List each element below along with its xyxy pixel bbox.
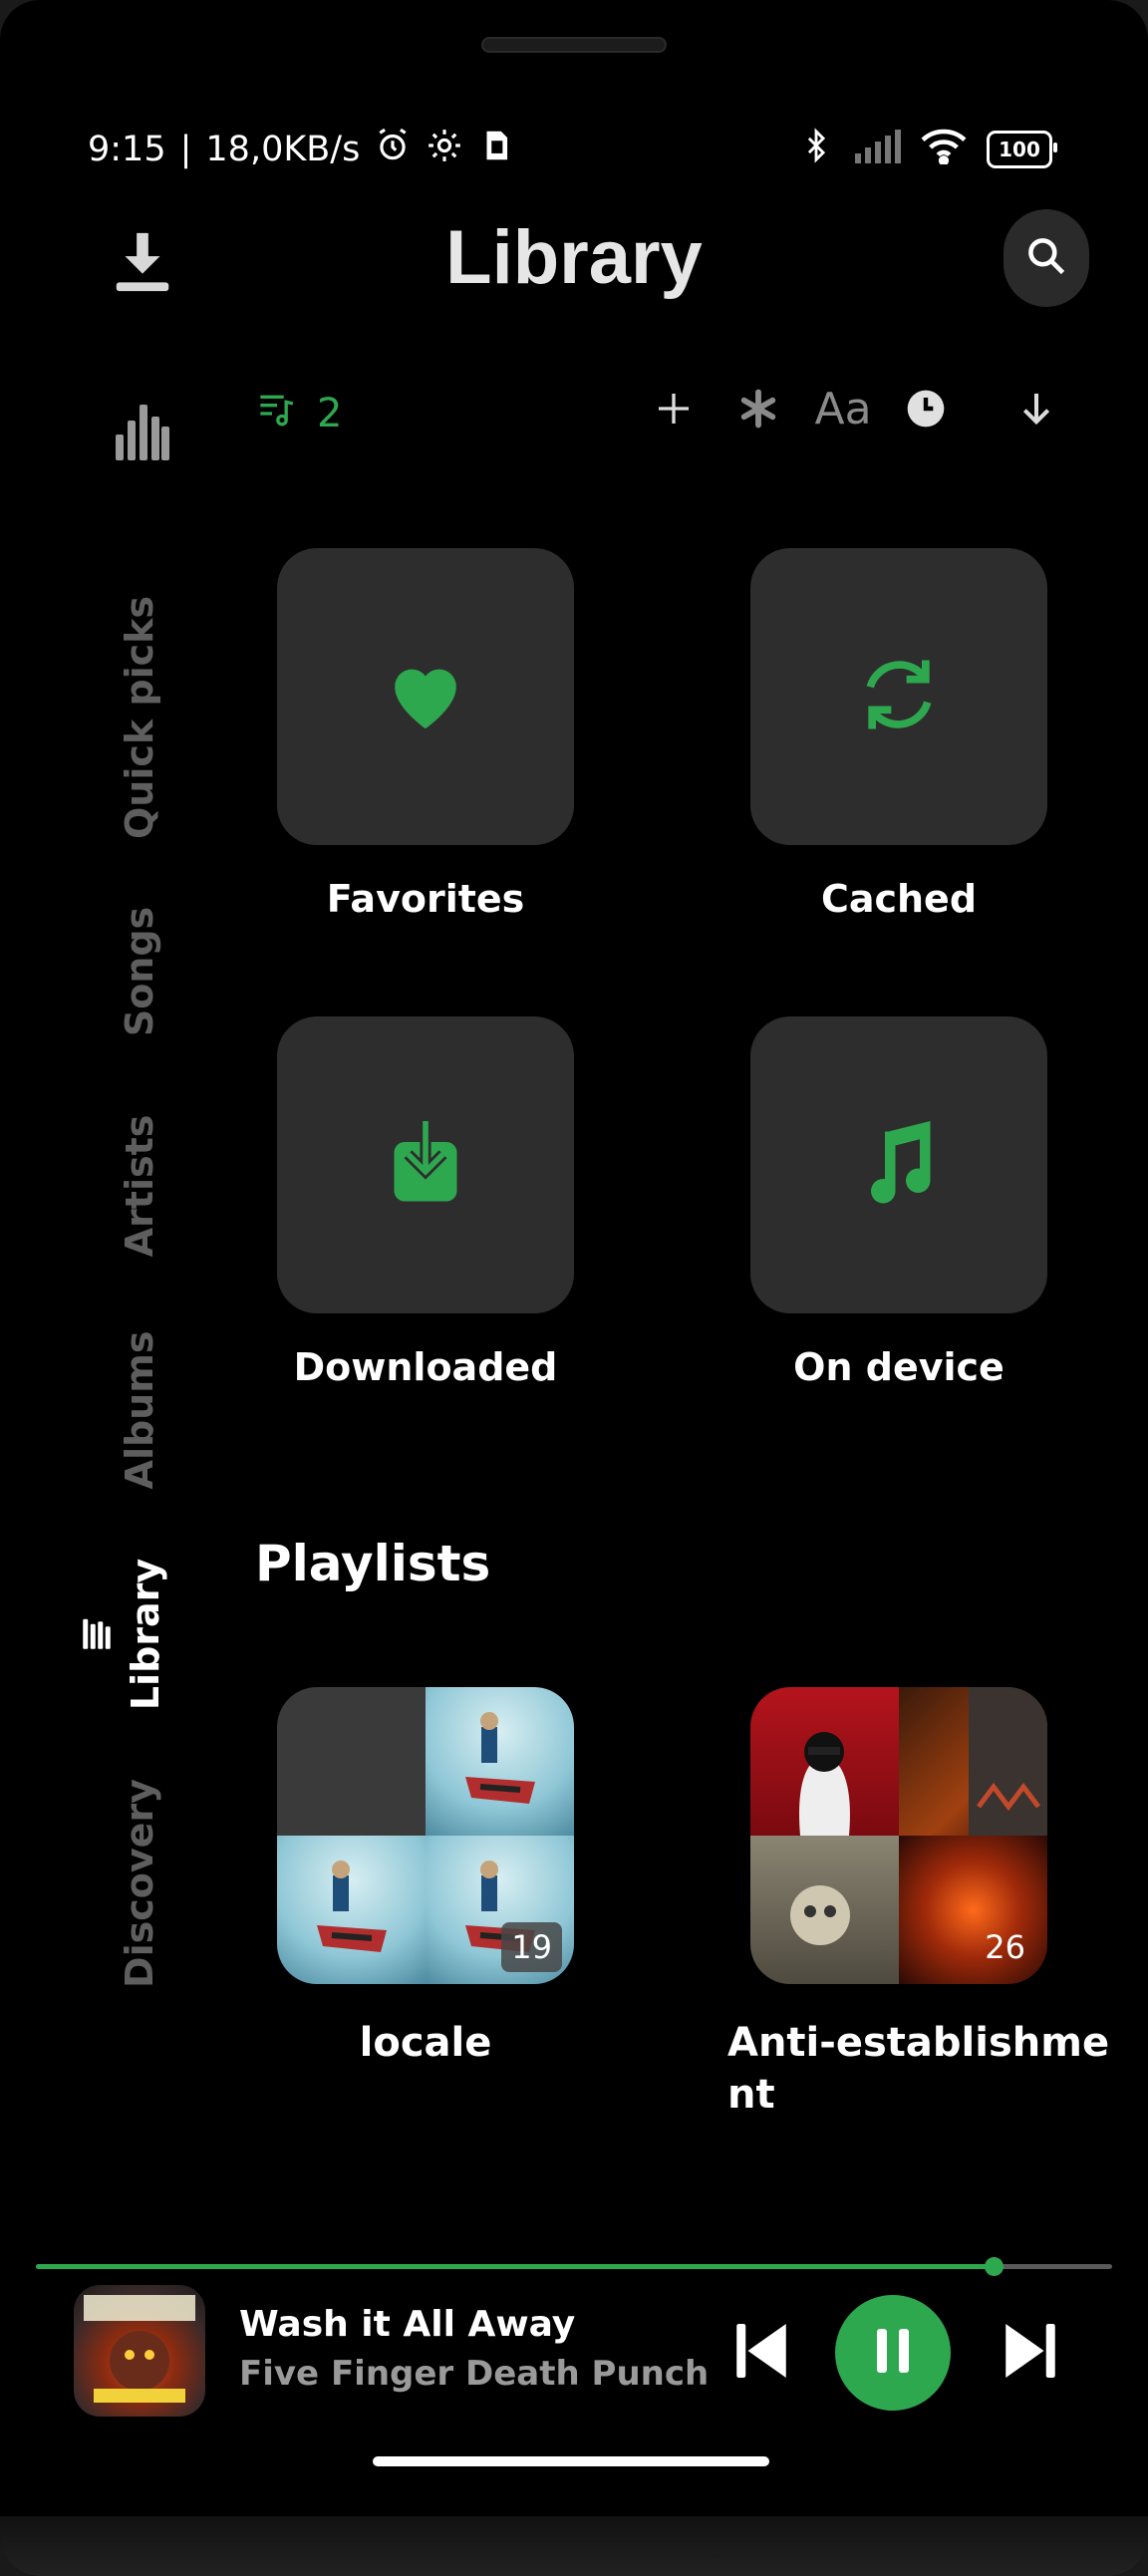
library-icon [82, 1616, 112, 1658]
skip-previous-icon [734, 2321, 788, 2385]
pause-button[interactable] [835, 2295, 951, 2411]
bluetooth-icon [799, 127, 833, 173]
track-count-badge: 26 [985, 1928, 1025, 1966]
nav-label: Songs [118, 906, 161, 1037]
now-playing-cover[interactable] [74, 2285, 205, 2417]
signal-icon [853, 128, 901, 172]
settings-gear-icon [426, 127, 463, 173]
status-time: 9:15 [88, 130, 166, 169]
sync-icon [853, 649, 945, 744]
phone-screen: 9:15 | 18,0KB/s 100 Library 2 Aa Quick p… [0, 0, 1148, 2576]
speaker-grille [481, 37, 667, 53]
nav-tab-artists[interactable]: Artists [110, 1114, 169, 1258]
equalizer-stats-icon[interactable] [116, 397, 169, 460]
album-art-cell [899, 1687, 1047, 1836]
skip-previous-button[interactable] [731, 2318, 791, 2388]
playlist-anti-establishment-cover[interactable]: 26 [750, 1687, 1047, 1984]
asterisk-icon[interactable] [735, 379, 781, 438]
alarm-icon [374, 127, 412, 173]
downloaded-label: Downloaded [293, 1345, 558, 1389]
playlists-heading: Playlists [255, 1535, 491, 1592]
download-box-icon [391, 1121, 460, 1209]
playlist-locale-cover[interactable]: 19 [277, 1687, 574, 1984]
status-network-speed: 18,0KB/s [205, 130, 361, 169]
heart-icon [385, 657, 466, 736]
search-icon [1024, 234, 1068, 282]
nav-tab-discovery[interactable]: Discovery [110, 1779, 169, 1988]
music-note-icon [864, 1120, 934, 1210]
album-art-cell [750, 1836, 899, 1984]
playback-progress-bar[interactable] [36, 2257, 1112, 2276]
playlist-anti-establishment-label[interactable]: Anti-establishme nt [727, 2017, 1126, 2121]
home-indicator[interactable] [373, 2456, 769, 2466]
playlist-queue-icon [257, 389, 297, 438]
wifi-icon [921, 127, 967, 173]
queue-indicator[interactable]: 2 [257, 389, 342, 438]
nav-label: Library [124, 1558, 167, 1711]
cover-cell-empty [277, 1687, 426, 1836]
progress-fill [36, 2264, 995, 2269]
sort-direction-down-icon[interactable] [1014, 379, 1058, 438]
search-button[interactable] [1004, 209, 1089, 307]
status-bar: 9:15 | 18,0KB/s 100 [88, 120, 1057, 179]
device-bezel [0, 2516, 1148, 2576]
now-playing-artist[interactable]: Five Finger Death Punch [239, 2354, 709, 2394]
playlist-name-line: nt [727, 2072, 775, 2118]
now-playing-title[interactable]: Wash it All Away [239, 2304, 575, 2345]
favorites-label: Favorites [326, 877, 525, 921]
battery-indicator: 100 [987, 131, 1057, 168]
skip-next-button[interactable] [1001, 2318, 1060, 2388]
cached-tile[interactable] [750, 548, 1047, 845]
nav-tab-albums[interactable]: Albums [110, 1330, 169, 1490]
album-art-cell [426, 1687, 574, 1836]
text-size-button[interactable]: Aa [814, 379, 871, 438]
nav-label: Artists [118, 1114, 161, 1258]
nav-label: Albums [118, 1330, 161, 1490]
playlist-name-line: Anti-establishme [727, 2020, 1110, 2066]
status-separator: | [179, 130, 192, 169]
favorites-tile[interactable] [277, 548, 574, 845]
skip-next-icon [1004, 2321, 1057, 2385]
pause-icon [873, 2327, 913, 2379]
add-playlist-icon[interactable] [652, 379, 696, 438]
nav-tab-library[interactable]: Library [110, 1559, 169, 1710]
page-title: Library [445, 215, 703, 300]
queue-count: 2 [317, 391, 343, 436]
album-art-cell [750, 1687, 899, 1836]
album-art-cell [277, 1836, 426, 1984]
sim-icon [477, 127, 515, 173]
on-device-tile[interactable] [750, 1016, 1047, 1313]
nav-tab-quick-picks[interactable]: Quick picks [110, 595, 169, 840]
cached-label: Cached [820, 877, 978, 921]
downloaded-tile[interactable] [277, 1016, 574, 1313]
nav-label: Quick picks [118, 595, 161, 840]
on-device-label: On device [793, 1345, 1004, 1389]
nav-label: Discovery [118, 1779, 161, 1988]
playlist-locale-label[interactable]: locale [277, 2017, 574, 2069]
progress-knob[interactable] [985, 2257, 1004, 2276]
clock-sort-icon[interactable] [903, 379, 949, 438]
track-count-badge: 19 [501, 1922, 562, 1972]
nav-tab-songs[interactable]: Songs [110, 902, 169, 1041]
